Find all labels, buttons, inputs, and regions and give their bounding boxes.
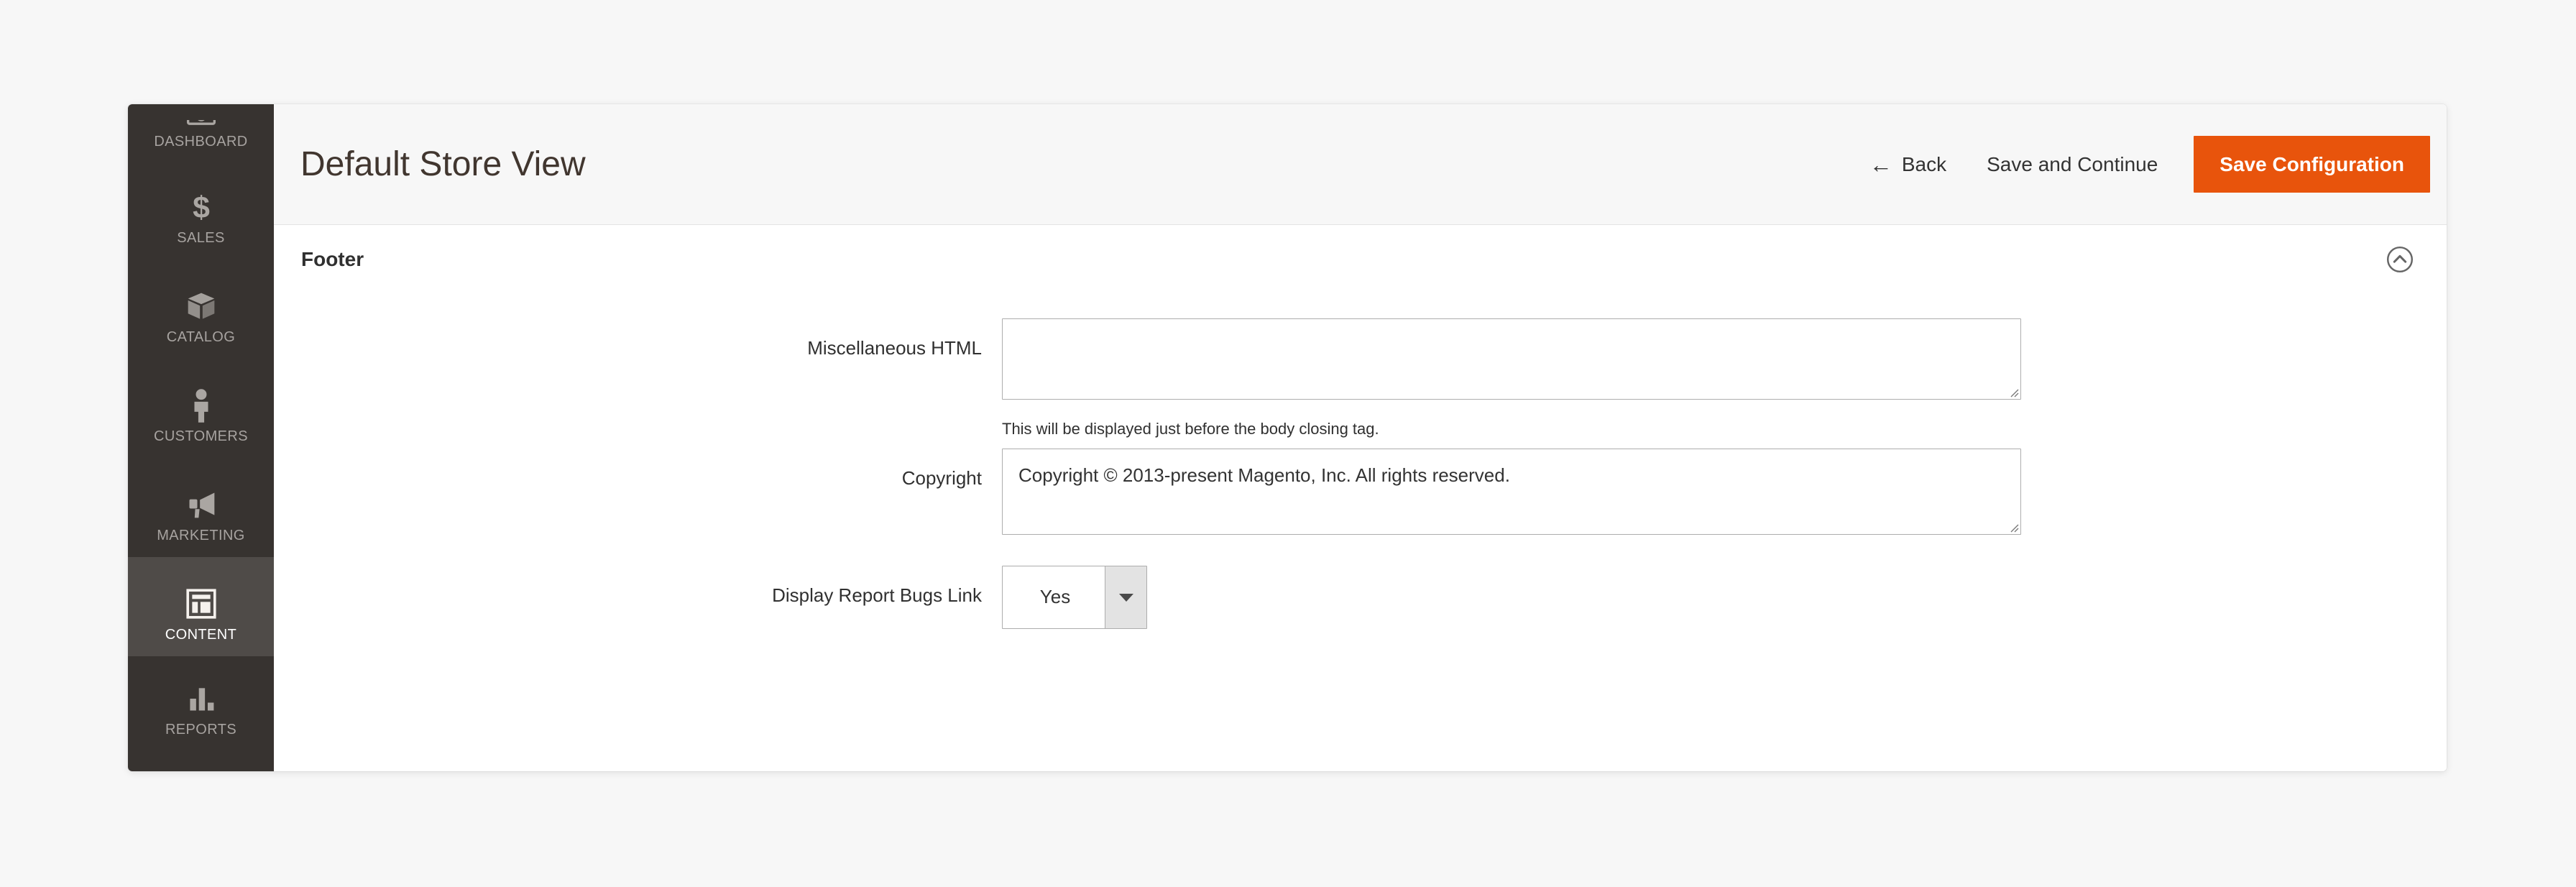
field-row-display-report-bugs-link: Display Report Bugs Link Yes (274, 565, 2447, 629)
sidebar-item-reports[interactable]: REPORTS (128, 656, 274, 745)
main-content: Default Store View ← Back Save and Conti… (274, 104, 2447, 771)
field-control-copyright (1002, 448, 2021, 538)
person-icon (189, 383, 213, 428)
settings-form: Miscellaneous HTML This will be displaye… (274, 294, 2447, 629)
sidebar-item-label: CUSTOMERS (153, 428, 249, 444)
dollar-sign-icon: $ (187, 185, 216, 229)
page-header: Default Store View ← Back Save and Conti… (274, 104, 2447, 225)
layout-blocks-icon (185, 582, 218, 626)
field-row-copyright: Copyright (274, 448, 2447, 538)
field-row-miscellaneous-html: Miscellaneous HTML This will be displaye… (274, 318, 2447, 440)
save-configuration-button[interactable]: Save Configuration (2194, 136, 2430, 193)
megaphone-icon (184, 482, 218, 527)
admin-page-card: DASHBOARD $ SALES CATALOG CUSTOMERS MARK… (128, 104, 2447, 771)
primary-sidebar: DASHBOARD $ SALES CATALOG CUSTOMERS MARK… (128, 104, 274, 771)
save-and-continue-label: Save and Continue (1987, 152, 2158, 175)
section-title: Footer (301, 248, 364, 270)
box-package-icon (185, 284, 217, 328)
chevron-up-circle-icon[interactable] (2383, 243, 2416, 276)
page-actions: ← Back Save and Continue Save Configurat… (1849, 104, 2430, 224)
sidebar-item-marketing[interactable]: MARKETING (128, 458, 274, 557)
sidebar-item-label: MARKETING (157, 528, 245, 543)
field-control-miscellaneous-html: This will be displayed just before the b… (1002, 318, 2021, 440)
sidebar-item-dashboard[interactable]: DASHBOARD (128, 104, 274, 160)
textarea-wrapper (1002, 448, 2021, 535)
back-button-label: Back (1901, 152, 1947, 175)
field-control-display-report-bugs-link: Yes (1002, 565, 1147, 629)
sidebar-item-content[interactable]: CONTENT (128, 557, 274, 656)
section-header: Footer (274, 225, 2447, 294)
select-selected-value: Yes (1039, 586, 1071, 608)
sidebar-item-catalog[interactable]: CATALOG (128, 259, 274, 359)
chevron-down-icon[interactable] (1105, 566, 1146, 628)
field-note-miscellaneous-html: This will be displayed just before the b… (1002, 420, 1379, 438)
textarea-wrapper (1002, 318, 2021, 400)
sidebar-item-label: DASHBOARD (154, 134, 248, 150)
svg-text:$: $ (193, 190, 210, 224)
display-report-bugs-link-select[interactable]: Yes (1002, 565, 1147, 629)
arrow-left-icon: ← (1869, 151, 1892, 178)
sidebar-item-label: SALES (177, 230, 225, 246)
copyright-textarea[interactable] (1002, 448, 2021, 535)
sidebar-item-customers[interactable]: CUSTOMERS (128, 359, 274, 458)
footer-settings-section: Footer Miscellaneous HTML This will be d… (274, 225, 2447, 629)
page-title: Default Store View (300, 144, 586, 183)
sidebar-item-label: CONTENT (165, 627, 237, 643)
back-button[interactable]: ← Back (1849, 153, 1966, 176)
field-label-miscellaneous-html: Miscellaneous HTML (807, 337, 982, 359)
sidebar-item-sales[interactable]: $ SALES (128, 160, 274, 259)
sidebar-item-label: REPORTS (165, 722, 237, 737)
save-and-continue-button[interactable]: Save and Continue (1966, 153, 2178, 176)
dashboard-gauge-icon (185, 120, 217, 133)
field-label-display-report-bugs-link: Display Report Bugs Link (772, 584, 982, 606)
sidebar-item-label: CATALOG (166, 329, 236, 345)
bar-chart-icon (185, 676, 217, 721)
field-label-copyright: Copyright (901, 467, 982, 489)
miscellaneous-html-textarea[interactable] (1002, 318, 2021, 400)
